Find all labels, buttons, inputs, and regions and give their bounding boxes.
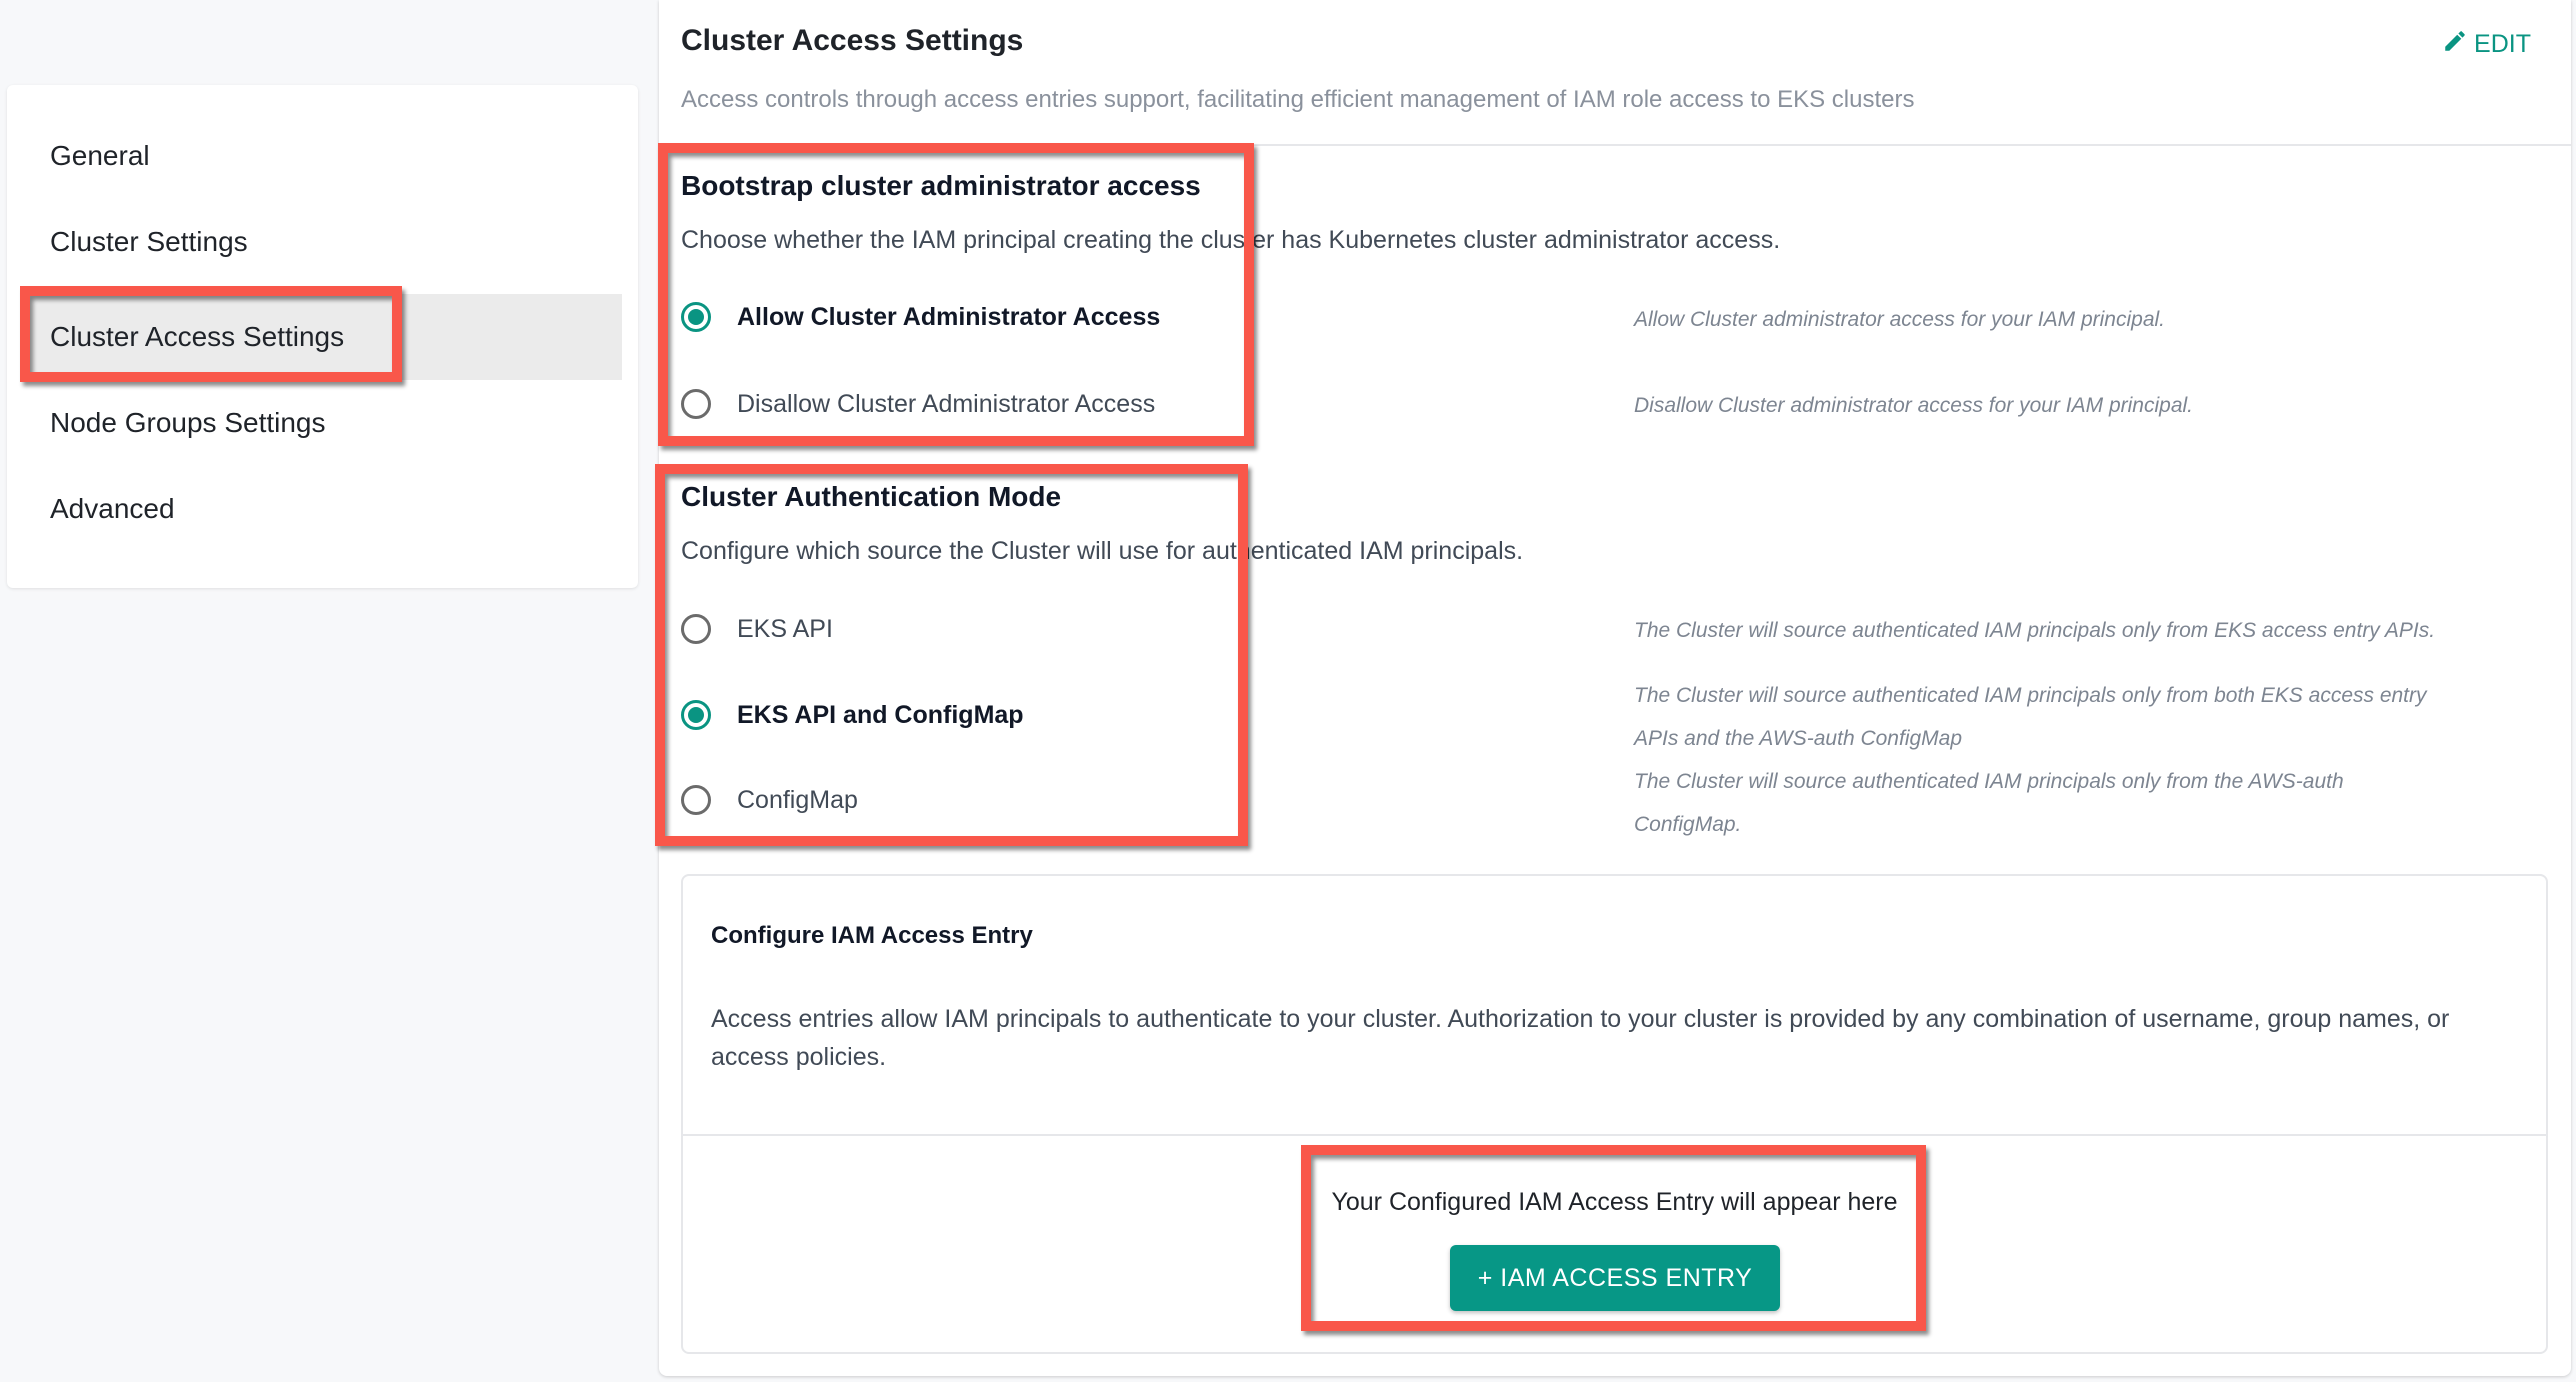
radio-hint: The Cluster will source authenticated IA… (1634, 619, 2436, 642)
sidebar-item-advanced[interactable]: Advanced (20, 466, 622, 552)
sidebar-item-general[interactable]: General (20, 113, 622, 199)
iam-access-entry-description: Access entries allow IAM principals to a… (711, 1005, 2450, 1071)
add-iam-access-entry-button[interactable]: + IAM ACCESS ENTRY (1450, 1245, 1780, 1311)
radio-configmap[interactable]: ConfigMap (681, 785, 858, 815)
auth-mode-description: Configure which source the Cluster will … (681, 537, 1524, 565)
sidebar-item-node-groups-settings[interactable]: Node Groups Settings (20, 380, 622, 466)
pencil-icon (2442, 28, 2468, 61)
radio-unchecked-icon[interactable] (681, 785, 711, 815)
sidebar-item-label: Cluster Access Settings (50, 321, 345, 352)
iam-access-entry-card: Configure IAM Access Entry Access entrie… (681, 874, 2548, 1354)
edit-button[interactable]: EDIT (2442, 28, 2531, 61)
radio-hint: The Cluster will source authenticated IA… (1634, 770, 2344, 836)
bootstrap-heading: Bootstrap cluster administrator access (681, 170, 1201, 201)
radio-hint: Disallow Cluster administrator access fo… (1634, 394, 2194, 417)
page-subtitle: Access controls through access entries s… (681, 86, 1915, 113)
radio-label: EKS API and ConfigMap (737, 700, 1024, 729)
sidebar-item-cluster-access-settings[interactable]: Cluster Access Settings (20, 294, 622, 380)
sidebar-item-cluster-settings[interactable]: Cluster Settings (20, 199, 622, 285)
radio-allow-admin-access[interactable]: Allow Cluster Administrator Access (681, 302, 1160, 332)
page-title: Cluster Access Settings (681, 24, 1024, 57)
header-divider (659, 144, 2571, 146)
radio-disallow-admin-access[interactable]: Disallow Cluster Administrator Access (681, 389, 1155, 419)
radio-hint: Allow Cluster administrator access for y… (1634, 308, 2166, 331)
cluster-access-settings-panel: Cluster Access Settings Access controls … (659, 0, 2571, 1376)
radio-eks-api-and-configmap[interactable]: EKS API and ConfigMap (681, 700, 1024, 730)
edit-label: EDIT (2474, 30, 2531, 58)
iam-access-entry-title: Configure IAM Access Entry (711, 922, 1033, 949)
sidebar-item-label: Node Groups Settings (50, 407, 326, 438)
radio-checked-icon[interactable] (681, 700, 711, 730)
auth-mode-heading: Cluster Authentication Mode (681, 481, 1062, 512)
radio-label: EKS API (737, 614, 833, 643)
radio-eks-api[interactable]: EKS API (681, 614, 833, 644)
radio-unchecked-icon[interactable] (681, 389, 711, 419)
iam-card-divider (683, 1134, 2546, 1136)
iam-empty-state-text: Your Configured IAM Access Entry will ap… (1331, 1188, 1898, 1216)
bootstrap-description: Choose whether the IAM principal creatin… (681, 226, 1781, 254)
sidebar-item-label: Advanced (50, 493, 175, 524)
radio-checked-icon[interactable] (681, 302, 711, 332)
radio-label: ConfigMap (737, 785, 858, 814)
radio-label: Disallow Cluster Administrator Access (737, 389, 1156, 418)
radio-label: Allow Cluster Administrator Access (737, 302, 1161, 331)
radio-hint: The Cluster will source authenticated IA… (1634, 684, 2427, 750)
radio-unchecked-icon[interactable] (681, 614, 711, 644)
settings-sidebar: General Cluster Settings Cluster Access … (7, 85, 638, 588)
sidebar-item-label: General (50, 140, 150, 171)
sidebar-item-label: Cluster Settings (50, 226, 248, 257)
